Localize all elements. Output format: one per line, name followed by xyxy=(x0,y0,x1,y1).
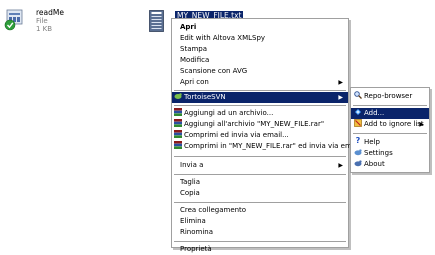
menu-separator xyxy=(353,133,427,135)
settings-icon xyxy=(354,148,362,156)
menu-item-label: TortoiseSVN xyxy=(184,93,226,101)
menu-item-label: Add to ignore list xyxy=(364,120,424,128)
menu-item-xmlspy[interactable]: Edit with Altova XMLSpy xyxy=(172,33,348,44)
readme-file[interactable]: readMe File 1 KB xyxy=(4,9,74,41)
submenu-item-help[interactable]: ? Help xyxy=(351,137,429,148)
ignore-icon xyxy=(354,119,362,127)
about-icon xyxy=(354,159,362,167)
submenu-arrow-icon: ▶ xyxy=(419,121,424,128)
winrar-icon xyxy=(174,130,182,138)
text-file-icon[interactable] xyxy=(149,10,164,32)
menu-item-avg-scan[interactable]: Scansione con AVG xyxy=(172,66,348,77)
menu-separator xyxy=(174,174,346,176)
winrar-icon xyxy=(174,119,182,127)
menu-item-label: Comprimi ed invia via email... xyxy=(184,131,289,139)
menu-item-label: Aggiungi ad un archivio... xyxy=(184,109,274,117)
context-menu: Apri Edit with Altova XMLSpy Stampa Modi… xyxy=(171,18,360,253)
menu-item-copia[interactable]: Copia xyxy=(172,188,348,199)
submenu-arrow-icon: ▶ xyxy=(338,162,343,169)
menu-item-rinomina[interactable]: Rinomina xyxy=(172,227,348,238)
menu-separator xyxy=(353,105,427,107)
menu-item-add-rar[interactable]: Aggiungi all'archivio "MY_NEW_FILE.rar" xyxy=(172,119,348,130)
file-info: readMe File 1 KB xyxy=(36,8,64,34)
menu-item-tortoisesvn[interactable]: TortoiseSVN ▶ xyxy=(172,92,348,103)
menu-item-label: Settings xyxy=(364,149,393,157)
menu-separator xyxy=(174,202,346,204)
menu-separator xyxy=(174,241,346,243)
submenu-item-add[interactable]: Add... xyxy=(351,108,429,119)
menu-separator xyxy=(174,156,346,158)
menu-item-apri-con[interactable]: Apri con ▶ xyxy=(172,77,348,88)
submenu-item-ignore-list[interactable]: Add to ignore list ▶ xyxy=(351,119,429,130)
tortoisesvn-icon xyxy=(174,92,182,100)
file-size: 1 KB xyxy=(36,25,53,33)
file-name: readMe xyxy=(36,8,64,17)
menu-item-label: Comprimi in "MY_NEW_FILE.rar" ed invia v… xyxy=(184,142,360,150)
help-icon: ? xyxy=(355,136,361,145)
menu-item-label: Help xyxy=(364,138,380,146)
winrar-icon xyxy=(174,108,182,116)
menu-item-proprieta[interactable]: Proprietà xyxy=(172,244,348,255)
menu-item-label: Invia a xyxy=(180,161,204,169)
menu-item-invia-a[interactable]: Invia a ▶ xyxy=(172,160,348,171)
menu-item-label: Apri con xyxy=(180,78,209,86)
file-type: File xyxy=(36,17,48,25)
svn-document-icon xyxy=(4,9,23,31)
tortoisesvn-submenu: Repo-browser Add... Add to ignore list ▶… xyxy=(350,87,430,173)
menu-item-elimina[interactable]: Elimina xyxy=(172,216,348,227)
magnifier-icon xyxy=(354,91,362,99)
submenu-item-repo-browser[interactable]: Repo-browser xyxy=(351,91,429,102)
menu-item-crea-collegamento[interactable]: Crea collegamento xyxy=(172,205,348,216)
menu-item-stampa[interactable]: Stampa xyxy=(172,44,348,55)
menu-item-label: Repo-browser xyxy=(364,92,413,100)
menu-item-compress-rar-email[interactable]: Comprimi in "MY_NEW_FILE.rar" ed invia v… xyxy=(172,141,360,152)
menu-separator xyxy=(174,105,346,107)
menu-item-compress-email[interactable]: Comprimi ed invia via email... xyxy=(172,130,348,141)
menu-item-label: Add... xyxy=(364,109,385,117)
winrar-icon xyxy=(174,141,182,149)
submenu-item-about[interactable]: About xyxy=(351,159,429,170)
submenu-arrow-icon: ▶ xyxy=(338,79,343,86)
menu-item-label: About xyxy=(364,160,385,168)
submenu-item-settings[interactable]: Settings xyxy=(351,148,429,159)
menu-item-modifica[interactable]: Modifica xyxy=(172,55,348,66)
menu-item-label: Aggiungi all'archivio "MY_NEW_FILE.rar" xyxy=(184,120,325,128)
menu-item-add-archive[interactable]: Aggiungi ad un archivio... xyxy=(172,108,348,119)
menu-item-taglia[interactable]: Taglia xyxy=(172,177,348,188)
submenu-arrow-icon: ▶ xyxy=(338,94,343,101)
add-icon xyxy=(354,108,362,116)
menu-item-apri[interactable]: Apri xyxy=(172,22,348,33)
